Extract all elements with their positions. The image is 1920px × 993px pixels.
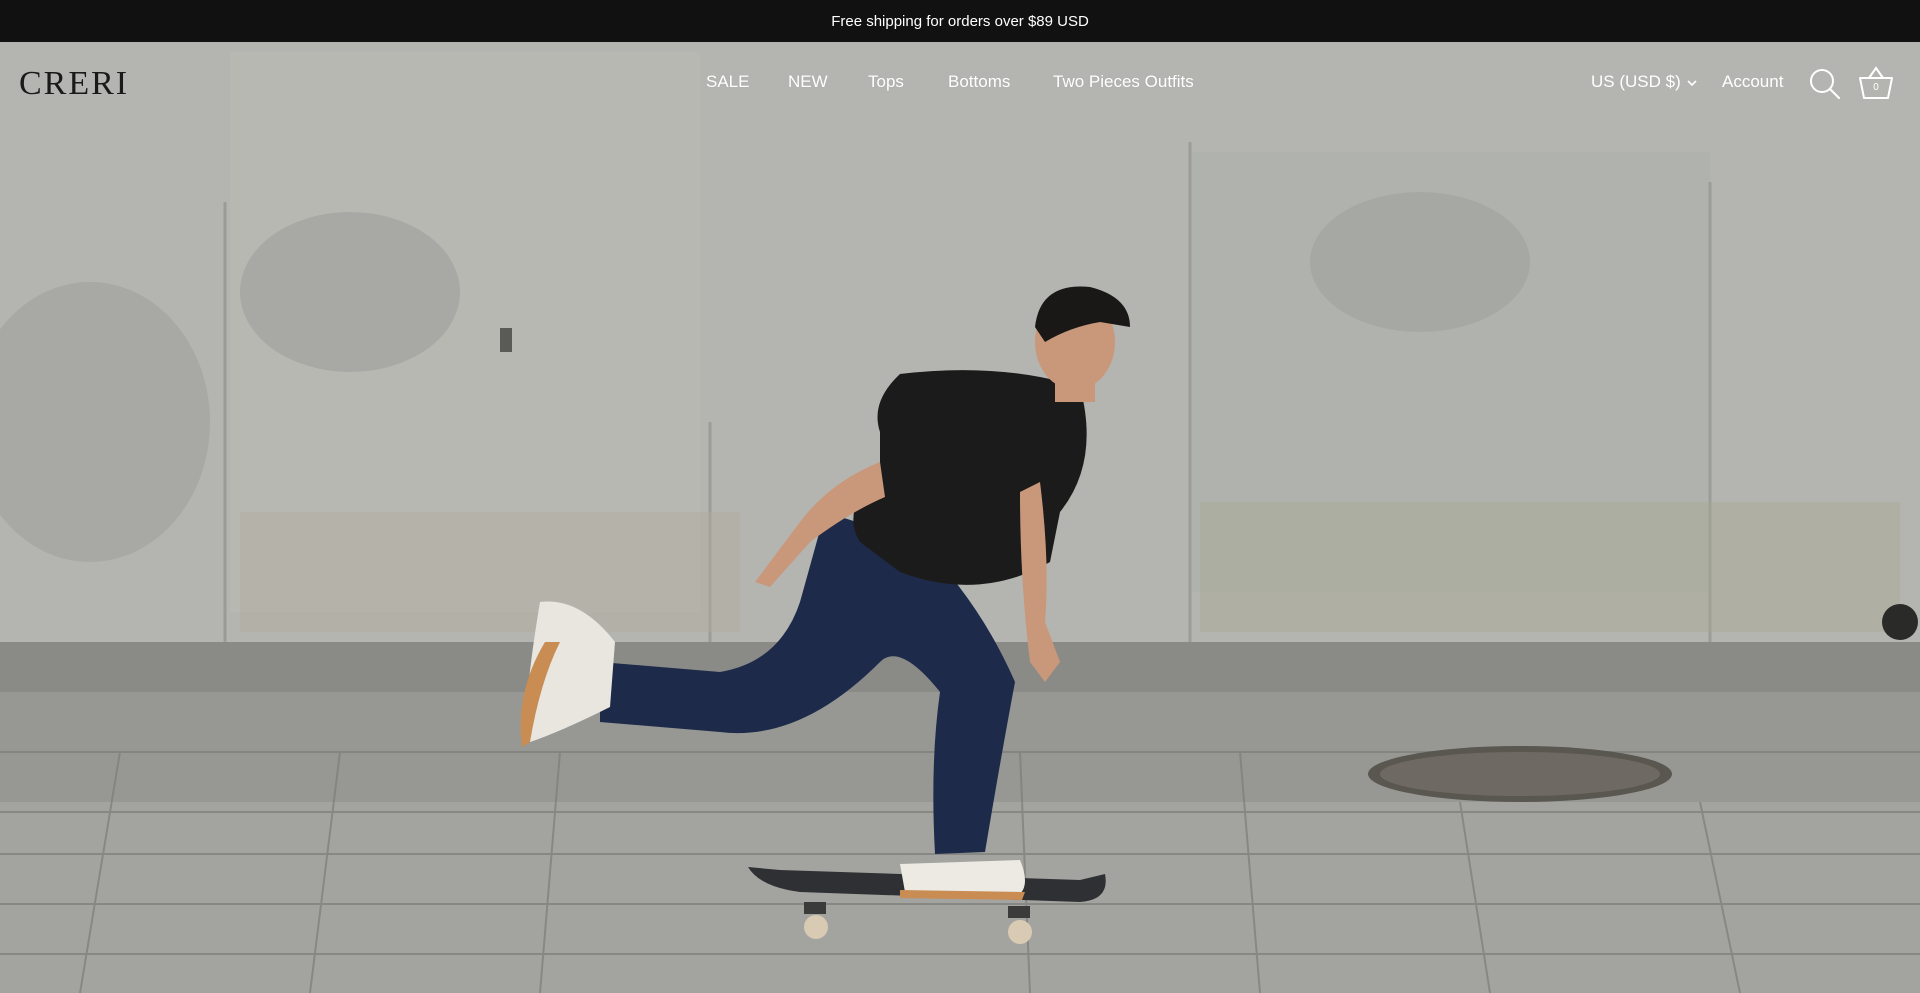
currency-label: US (USD $) — [1591, 72, 1681, 91]
site-header: CRERI SALE NEW Tops Bottoms Two Pieces O… — [0, 42, 1920, 126]
logo[interactable]: CRERI — [19, 64, 129, 104]
announcement-text: Free shipping for orders over $89 USD — [831, 12, 1089, 30]
announcement-bar: Free shipping for orders over $89 USD — [0, 0, 1920, 42]
account-link[interactable]: Account — [1722, 72, 1783, 92]
cart-button[interactable]: 0 — [1858, 64, 1894, 102]
nav-item-tops[interactable]: Tops — [868, 72, 904, 92]
nav-item-two-pieces-outfits[interactable]: Two Pieces Outfits — [1053, 72, 1194, 92]
cart-count-badge: 0 — [1873, 82, 1879, 93]
nav-item-bottoms[interactable]: Bottoms — [948, 72, 1010, 92]
hero-image — [0, 42, 1920, 993]
nav-item-new[interactable]: NEW — [788, 72, 828, 92]
chevron-down-icon — [1686, 74, 1698, 97]
nav-item-sale[interactable]: SALE — [706, 72, 749, 92]
search-icon[interactable] — [1808, 67, 1842, 101]
currency-selector[interactable]: US (USD $) — [1591, 72, 1697, 92]
hero-illustration — [0, 42, 1920, 993]
